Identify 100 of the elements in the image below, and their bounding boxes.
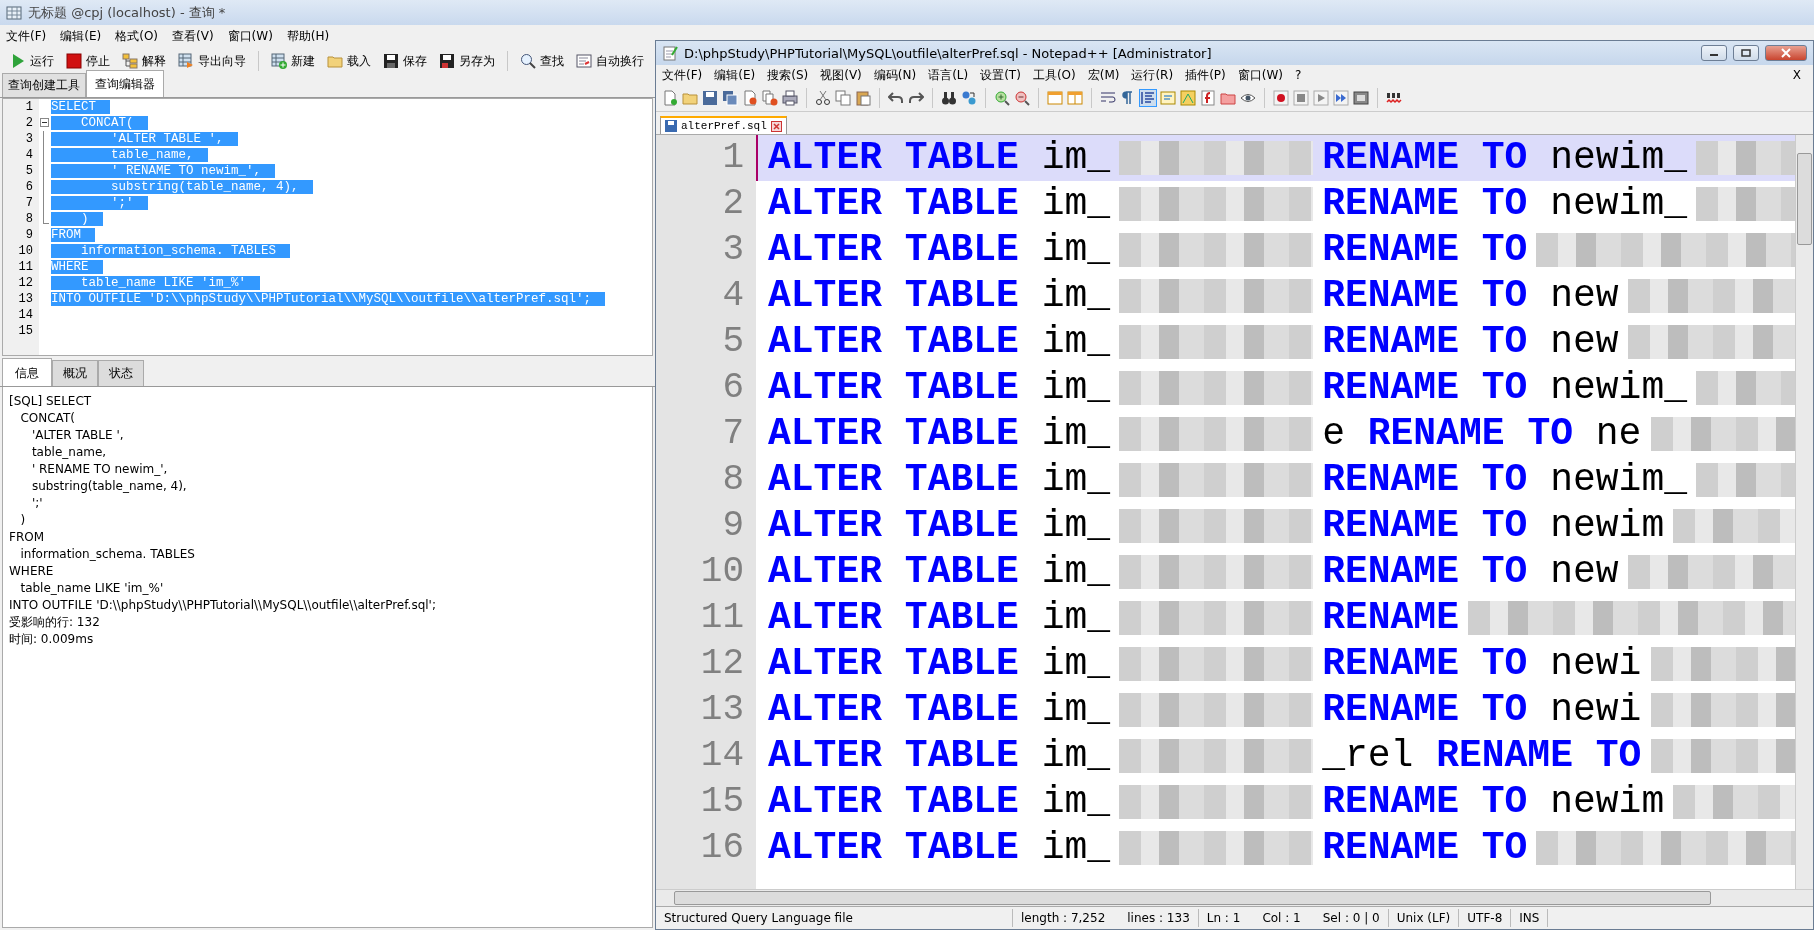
line-number: 1: [24, 99, 34, 115]
scrollbar[interactable]: [656, 889, 1813, 906]
minimize-button[interactable]: [1701, 45, 1727, 61]
menu-item[interactable]: 窗口(W): [1237, 66, 1283, 84]
close-icon: [1781, 48, 1791, 58]
boxes-icon[interactable]: [122, 53, 138, 69]
close-page-icon[interactable]: [742, 90, 758, 106]
zoom-out-icon[interactable]: [1014, 90, 1030, 106]
spellcheck-icon[interactable]: [1386, 90, 1402, 106]
indent-guide-icon[interactable]: [1140, 90, 1156, 106]
record-icon[interactable]: [1273, 90, 1289, 106]
sql-keyword: RENAME TO: [1436, 733, 1642, 779]
scrollbar[interactable]: [1795, 135, 1813, 889]
undo-arrow-icon[interactable]: [888, 90, 904, 106]
wrap-lines-icon[interactable]: [1100, 90, 1116, 106]
menu-item[interactable]: 格式(O): [115, 27, 159, 45]
printer-icon[interactable]: [782, 90, 798, 106]
table-name: im_: [1041, 411, 1111, 457]
panel-icon[interactable]: [1160, 90, 1176, 106]
toolbar-button[interactable]: 保存: [379, 50, 431, 72]
toolbar-button[interactable]: 运行: [6, 50, 58, 72]
sql-keyword: ALTER TABLE: [768, 319, 1019, 365]
replace-icon[interactable]: [961, 90, 977, 106]
menu-item[interactable]: 视图(V): [820, 66, 862, 84]
menu-item[interactable]: 帮助(H): [286, 27, 330, 45]
sql-keyword: ALTER TABLE: [768, 549, 1019, 595]
clipboard-icon[interactable]: [855, 90, 871, 106]
menu-item[interactable]: 文件(F): [662, 66, 703, 84]
function-icon[interactable]: [1200, 90, 1216, 106]
play-icon[interactable]: [10, 53, 26, 69]
window-icon[interactable]: [1047, 90, 1063, 106]
menu-item[interactable]: 工具(O): [1032, 66, 1076, 84]
disks-icon[interactable]: [722, 90, 738, 106]
binoculars-icon[interactable]: [941, 90, 957, 106]
table-name: new: [1550, 273, 1619, 319]
play-icon[interactable]: [1313, 90, 1329, 106]
toolbar-button[interactable]: 新建: [267, 50, 319, 72]
scissors-icon[interactable]: [815, 90, 831, 106]
menu-item[interactable]: 编辑(E): [714, 66, 756, 84]
menu-item[interactable]: 查看(V): [172, 27, 214, 45]
line-number: 8: [24, 211, 34, 227]
zoom-in-icon[interactable]: [994, 90, 1010, 106]
table-name: newim: [1550, 779, 1665, 825]
status-text: Unix (LF): [1396, 911, 1451, 925]
message-line: [SQL] SELECT: [9, 393, 93, 410]
maximize-button[interactable]: [1733, 45, 1759, 61]
menu-item[interactable]: 编码(N): [873, 66, 917, 84]
menu-item[interactable]: 窗口(W): [227, 27, 273, 45]
message-line: 'ALTER TABLE ',: [30, 427, 125, 444]
toolbar-button[interactable]: 导出向导: [174, 50, 250, 72]
search-icon[interactable]: [520, 53, 536, 69]
line-number: 1: [721, 136, 745, 180]
table-name: newi: [1550, 687, 1642, 733]
toolbar-button[interactable]: 自动换行: [572, 50, 648, 72]
close-icon[interactable]: [770, 120, 782, 132]
tab[interactable]: 查询编辑器: [86, 70, 164, 97]
menu-item[interactable]: 文件(F): [6, 27, 47, 45]
toolbar-button[interactable]: 查找: [516, 50, 568, 72]
menu-item[interactable]: ?: [1294, 68, 1302, 82]
window-icon[interactable]: [1067, 90, 1083, 106]
new-page-icon[interactable]: [662, 90, 678, 106]
table-name: new: [1550, 549, 1619, 595]
menu-item[interactable]: 宏(M): [1087, 66, 1120, 84]
sql-keyword: ALTER TABLE: [768, 687, 1019, 733]
close-pages-icon[interactable]: [762, 90, 778, 106]
stop-icon[interactable]: [66, 53, 82, 69]
film-icon[interactable]: [1353, 90, 1369, 106]
notepad-icon[interactable]: [576, 53, 592, 69]
close-button[interactable]: [1765, 45, 1807, 61]
toolbar-button[interactable]: 另存为: [435, 50, 499, 72]
table-name: newim: [1550, 503, 1665, 549]
fast-forward-icon[interactable]: [1333, 90, 1349, 106]
menu-item[interactable]: 搜索(S): [767, 66, 809, 84]
menu-item[interactable]: 编辑(E): [60, 27, 102, 45]
sql-keyword: RENAME TO: [1322, 549, 1528, 595]
table-name: im_: [1041, 457, 1111, 503]
copy-icon[interactable]: [835, 90, 851, 106]
toolbar-button[interactable]: 解释: [118, 50, 170, 72]
redo-arrow-icon[interactable]: [908, 90, 924, 106]
message-line: INTO OUTFILE 'D:\\phpStudy\\PHPTutorial\\MySQL\\outfile\\alterPref.sql';: [9, 597, 437, 614]
toolbar-button[interactable]: 停止: [62, 50, 114, 72]
tab[interactable]: 状态: [98, 360, 144, 386]
sql-keyword: RENAME TO: [1322, 227, 1528, 273]
table-arrow-icon[interactable]: [178, 53, 194, 69]
message-line: 时间: 0.009ms: [9, 631, 95, 648]
stop-icon[interactable]: [1293, 90, 1309, 106]
sql-keyword: RENAME TO: [1322, 779, 1528, 825]
toolbar-button[interactable]: 载入: [323, 50, 375, 72]
file-tab[interactable]: alterPref.sql: [660, 116, 787, 134]
fold-toggle-icon[interactable]: [40, 118, 49, 127]
tab[interactable]: 查询创建工具: [2, 73, 86, 97]
menu-item[interactable]: 语言(L): [928, 66, 969, 84]
menu-item[interactable]: 运行(R): [1131, 66, 1174, 84]
close-document-button[interactable]: X: [1792, 68, 1807, 82]
tab[interactable]: 信息: [2, 358, 52, 386]
menu-item[interactable]: 插件(P): [1185, 66, 1226, 84]
menu-item[interactable]: 设置(T): [980, 66, 1021, 84]
tab[interactable]: 概况: [52, 360, 98, 386]
sql-keyword: RENAME TO: [1322, 687, 1528, 733]
table-plus-icon[interactable]: [271, 53, 287, 69]
